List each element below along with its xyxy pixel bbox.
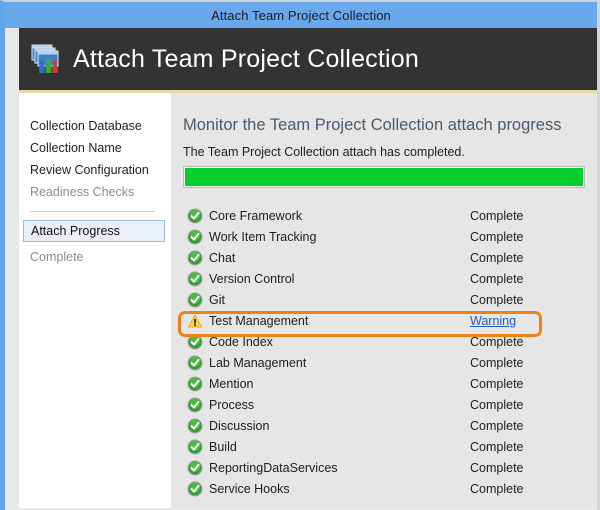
task-name: Work Item Tracking xyxy=(209,230,317,244)
task-name: ReportingDataServices xyxy=(209,461,338,475)
success-check-icon xyxy=(187,439,203,455)
sidebar-separator xyxy=(30,211,155,212)
task-row: Chat Complete xyxy=(171,248,597,269)
task-status: Complete xyxy=(470,377,524,391)
task-name: Lab Management xyxy=(209,356,307,370)
task-row: Discussion Complete xyxy=(171,416,597,437)
task-status: Complete xyxy=(470,209,524,223)
task-row: Lab Management Complete xyxy=(171,353,597,374)
attach-progress-bar xyxy=(183,166,585,188)
task-status: Complete xyxy=(470,398,524,412)
task-status: Complete xyxy=(470,335,524,349)
wizard-step-list: Collection Database Collection Name Revi… xyxy=(19,115,171,268)
success-check-icon xyxy=(187,271,203,287)
success-check-icon xyxy=(187,334,203,350)
window-title: Attach Team Project Collection xyxy=(211,7,391,23)
task-status-list: Core Framework Complete Work Item Tracking… xyxy=(171,206,597,500)
attach-progress-fill xyxy=(185,168,583,186)
window-titlebar: Attach Team Project Collection xyxy=(5,2,597,28)
task-row: Test Management Warning xyxy=(171,311,597,332)
task-row: Service Hooks Complete xyxy=(171,479,597,500)
sidebar-item-review-configuration[interactable]: Review Configuration xyxy=(19,159,171,181)
wizard-content-pane: Monitor the Team Project Collection atta… xyxy=(171,93,597,508)
task-row: Build Complete xyxy=(171,437,597,458)
warning-triangle-icon xyxy=(187,313,203,329)
page-title: Monitor the Team Project Collection atta… xyxy=(183,116,562,134)
success-check-icon xyxy=(187,208,203,224)
team-project-collection-icon xyxy=(29,42,63,76)
success-check-icon xyxy=(187,481,203,497)
task-row: Mention Complete xyxy=(171,374,597,395)
success-check-icon xyxy=(187,397,203,413)
success-check-icon xyxy=(187,292,203,308)
status-message: The Team Project Collection attach has c… xyxy=(183,145,465,159)
task-status-link[interactable]: Warning xyxy=(470,311,516,332)
task-status: Complete xyxy=(470,440,524,454)
task-status: Complete xyxy=(470,272,524,286)
success-check-icon xyxy=(187,355,203,371)
sidebar-item-complete[interactable]: Complete xyxy=(19,246,171,268)
sidebar-item-readiness-checks[interactable]: Readiness Checks xyxy=(19,181,171,203)
task-name: Mention xyxy=(209,377,254,391)
success-check-icon xyxy=(187,250,203,266)
success-check-icon xyxy=(187,418,203,434)
sidebar-item-collection-name[interactable]: Collection Name xyxy=(19,137,171,159)
task-name: Version Control xyxy=(209,272,295,286)
task-row: Code Index Complete xyxy=(171,332,597,353)
task-name: Process xyxy=(209,398,255,412)
task-status: Complete xyxy=(470,251,524,265)
task-row: Work Item Tracking Complete xyxy=(171,227,597,248)
task-name: Git xyxy=(209,293,225,307)
task-status: Complete xyxy=(470,461,524,475)
attach-team-project-collection-window: Attach Team Project Collection Attach Te… xyxy=(0,0,600,510)
task-status: Complete xyxy=(470,356,524,370)
success-check-icon xyxy=(187,376,203,392)
task-name: Build xyxy=(209,440,237,454)
task-row: Process Complete xyxy=(171,395,597,416)
task-name: Code Index xyxy=(209,335,273,349)
task-status: Complete xyxy=(470,482,524,496)
task-name: Test Management xyxy=(209,314,309,328)
task-name: Core Framework xyxy=(209,209,303,223)
page-banner: Attach Team Project Collection xyxy=(19,28,597,90)
task-row: Git Complete xyxy=(171,290,597,311)
sidebar-item-attach-progress[interactable]: Attach Progress xyxy=(23,220,165,242)
wizard-sidebar: Collection Database Collection Name Revi… xyxy=(19,93,171,508)
task-row: Version Control Complete xyxy=(171,269,597,290)
sidebar-item-collection-database[interactable]: Collection Database xyxy=(19,115,171,137)
banner-title: Attach Team Project Collection xyxy=(73,44,419,73)
success-check-icon xyxy=(187,229,203,245)
task-status: Complete xyxy=(470,230,524,244)
task-name: Chat xyxy=(209,251,236,265)
task-name: Service Hooks xyxy=(209,482,290,496)
task-name: Discussion xyxy=(209,419,270,433)
task-status: Complete xyxy=(470,419,524,433)
task-row: Core Framework Complete xyxy=(171,206,597,227)
task-status: Complete xyxy=(470,293,524,307)
success-check-icon xyxy=(187,460,203,476)
task-row: ReportingDataServices Complete xyxy=(171,458,597,479)
